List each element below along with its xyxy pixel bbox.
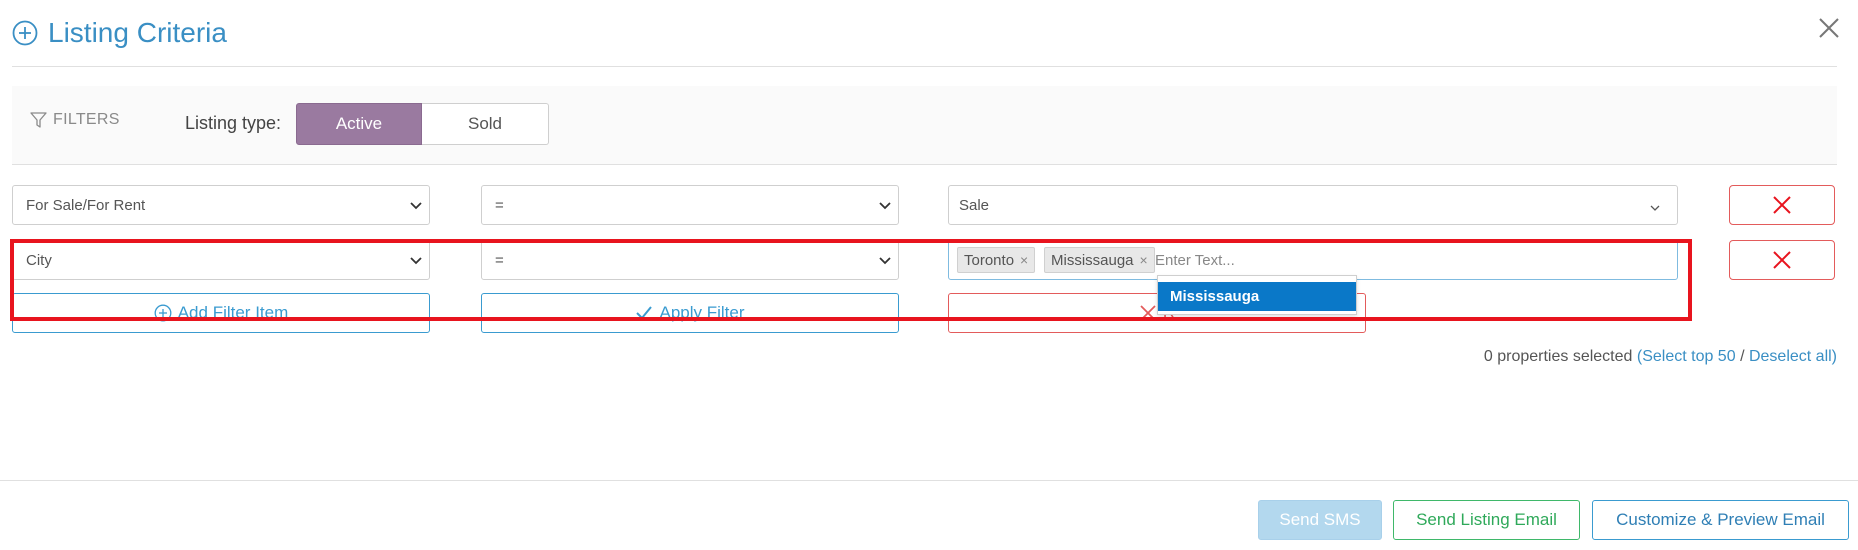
footer-divider [0, 480, 1858, 481]
modal-title: Listing Criteria [48, 17, 227, 48]
tag-mississauga: Mississauga × [1044, 247, 1155, 273]
tag-label: Toronto [964, 251, 1015, 269]
delete-filter-row-2-button[interactable] [1729, 240, 1835, 280]
filter-operator-value: = [495, 196, 504, 214]
selection-status: 0 properties selected (Select top 50 / D… [1484, 348, 1837, 366]
listing-type-label: Listing type: [185, 113, 282, 133]
remove-tag-mississauga-button[interactable]: × [1140, 252, 1148, 268]
close-icon [1140, 305, 1156, 321]
customize-preview-email-button[interactable]: Customize & Preview Email [1592, 500, 1849, 540]
remove-tag-toronto-button[interactable]: × [1020, 252, 1028, 268]
add-filter-item-button[interactable]: Add Filter Item [12, 293, 430, 333]
filter-operator-value: = [495, 251, 504, 269]
chevron-down-icon [1650, 205, 1660, 211]
plus-circle-icon [12, 20, 38, 46]
listing-type-sold-button[interactable]: Sold [422, 103, 549, 145]
chevron-down-icon [879, 202, 891, 210]
filter-field-select-1[interactable]: For Sale/For Rent [12, 185, 430, 225]
delete-filter-row-1-button[interactable] [1729, 185, 1835, 225]
header-divider [12, 66, 1837, 67]
send-sms-button[interactable]: Send SMS [1258, 500, 1382, 540]
filter-bar-divider [12, 164, 1837, 165]
chevron-down-icon [410, 257, 422, 265]
filter-bar [12, 86, 1837, 164]
filter-field-value: For Sale/For Rent [26, 196, 146, 214]
apply-filter-label: Apply Filter [659, 303, 745, 322]
filters-label: FILTERS [53, 111, 120, 128]
chevron-down-icon [879, 257, 891, 265]
close-icon [1773, 196, 1791, 214]
filter-value-select-1[interactable]: Sale [948, 185, 1678, 225]
filter-operator-select-1[interactable]: = [481, 185, 899, 225]
city-text-input[interactable] [1155, 248, 1345, 272]
selection-separator: / [1740, 348, 1745, 365]
plus-circle-icon [154, 304, 172, 322]
filter-field-select-2[interactable]: City [12, 240, 430, 280]
filter-operator-select-2[interactable]: = [481, 240, 899, 280]
selected-count-text: 0 properties selected [1483, 348, 1633, 365]
funnel-icon [30, 112, 47, 128]
autocomplete-option-mississauga[interactable]: Mississauga [1158, 282, 1356, 311]
deselect-all-link[interactable]: Deselect all) [1749, 348, 1837, 365]
filter-value-text: Sale [959, 196, 990, 214]
chevron-down-icon [410, 202, 422, 210]
tag-label: Mississauga [1051, 251, 1134, 269]
send-listing-email-button[interactable]: Send Listing Email [1393, 500, 1580, 540]
close-icon[interactable] [1815, 14, 1843, 42]
add-filter-item-label: Add Filter Item [177, 303, 289, 322]
filter-field-value: City [26, 251, 52, 269]
tag-toronto: Toronto × [957, 247, 1036, 273]
listing-type-active-button[interactable]: Active [296, 103, 422, 145]
apply-filter-button[interactable]: Apply Filter [481, 293, 899, 333]
select-top-50-link[interactable]: Select top 50 [1642, 348, 1735, 365]
checkmark-icon [636, 306, 653, 320]
close-icon [1773, 251, 1791, 269]
